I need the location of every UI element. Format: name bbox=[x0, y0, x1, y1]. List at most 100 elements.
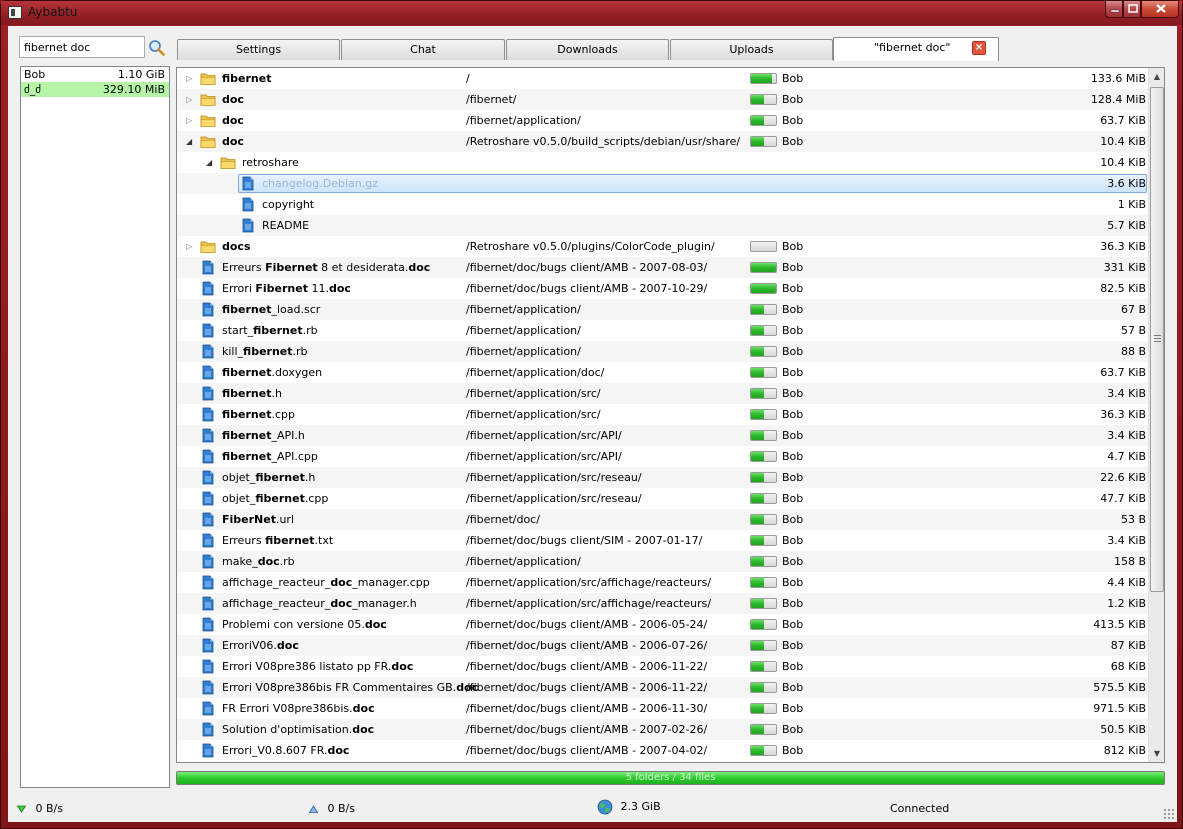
result-size: 971.5 KiB bbox=[1093, 702, 1146, 715]
name-part: .h bbox=[271, 387, 282, 400]
result-row-file[interactable]: affichage_reacteur_doc_manager.cpp/fiber… bbox=[177, 572, 1148, 593]
peer-row[interactable]: ძ_ძ 329.10 MiB bbox=[21, 82, 169, 97]
result-row-file[interactable]: FR Errori V08pre386bis.doc/fibernet/doc/… bbox=[177, 698, 1148, 719]
result-row-file[interactable]: Problemi con versione 05.doc/fibernet/do… bbox=[177, 614, 1148, 635]
results-summary-bar: 5 folders / 34 files bbox=[176, 771, 1165, 785]
result-path: /fibernet/doc/bugs client/AMB - 2007-08-… bbox=[466, 261, 708, 274]
result-row-file[interactable]: fibernet_load.scr/fibernet/application/B… bbox=[177, 299, 1148, 320]
result-row-file[interactable]: Errori Fibernet 11.doc/fibernet/doc/bugs… bbox=[177, 278, 1148, 299]
scroll-down-button[interactable]: ▼ bbox=[1149, 745, 1164, 762]
result-path: /fibernet/application/ bbox=[466, 303, 581, 316]
result-row-folder[interactable]: ◢ doc/Retroshare v0.5.0/build_scripts/deb… bbox=[177, 131, 1148, 152]
folder-icon bbox=[200, 136, 216, 148]
result-row-folder[interactable]: ▷ doc/fibernet/application/Bob 63.7 KiB bbox=[177, 110, 1148, 131]
scroll-up-button[interactable]: ▲ bbox=[1149, 68, 1164, 85]
result-size: 36.3 KiB bbox=[1100, 408, 1146, 421]
result-row-file[interactable]: fibernet.h/fibernet/application/src/Bob 3… bbox=[177, 383, 1148, 404]
result-row-folder[interactable]: ▷ docs/Retroshare v0.5.0/plugins/ColorCod… bbox=[177, 236, 1148, 257]
minimize-icon bbox=[1110, 9, 1120, 13]
peer-size: 329.10 MiB bbox=[102, 83, 165, 96]
match-highlight: doc bbox=[364, 618, 387, 631]
close-tab-button[interactable]: × bbox=[972, 41, 986, 55]
result-row-file[interactable]: fibernet.doxygen/fibernet/application/do… bbox=[177, 362, 1148, 383]
name-part: .rb bbox=[279, 555, 295, 568]
chevron-up-icon: ▲ bbox=[1153, 72, 1161, 81]
match-highlight: fibernet bbox=[253, 324, 303, 337]
tab-chat[interactable]: Chat bbox=[341, 39, 505, 60]
result-size: 331 KiB bbox=[1103, 261, 1146, 274]
match-highlight: fibernet bbox=[222, 303, 272, 316]
document-icon bbox=[242, 197, 254, 212]
availability-bar bbox=[750, 241, 777, 252]
result-row-file[interactable]: changelog.Debian.gz 3.6 KiB bbox=[177, 173, 1148, 194]
tab-settings[interactable]: Settings bbox=[177, 39, 340, 60]
result-row-file[interactable]: Errori V08pre386bis FR Commentaires GB.d… bbox=[177, 677, 1148, 698]
result-path: /fibernet/doc/bugs client/AMB - 2006-11-… bbox=[466, 681, 708, 694]
result-row-file[interactable]: ErroriV06.doc/fibernet/doc/bugs client/A… bbox=[177, 635, 1148, 656]
result-path: /fibernet/doc/ bbox=[466, 513, 540, 526]
availability-bar bbox=[750, 535, 777, 546]
result-row-file[interactable]: Erreurs fibernet.txt/fibernet/doc/bugs c… bbox=[177, 530, 1148, 551]
document-icon bbox=[202, 470, 214, 485]
result-source: Bob bbox=[782, 723, 804, 736]
result-name: affichage_reacteur_doc_manager.h bbox=[222, 593, 417, 614]
result-row-folder[interactable]: ▷ doc/fibernet/Bob 128.4 MiB bbox=[177, 89, 1148, 110]
name-part: Errori V08pre386bis FR Commentaires GB. bbox=[222, 681, 457, 694]
result-row-folder[interactable]: ◢ retroshare 10.4 KiB bbox=[177, 152, 1148, 173]
result-row-file[interactable]: Solution d'optimisation.doc/fibernet/doc… bbox=[177, 719, 1148, 740]
result-row-file[interactable]: affichage_reacteur_doc_manager.h/fiberne… bbox=[177, 593, 1148, 614]
result-row-file[interactable]: make_doc.rb/fibernet/application/Bob 158 … bbox=[177, 551, 1148, 572]
result-path: /fibernet/doc/bugs client/AMB - 2006-07-… bbox=[466, 639, 708, 652]
result-row-file[interactable]: fibernet.cpp/fibernet/application/src/Bo… bbox=[177, 404, 1148, 425]
collapsed-arrow-icon[interactable]: ▷ bbox=[186, 110, 194, 131]
minimize-button[interactable] bbox=[1105, 1, 1123, 18]
peer-list[interactable]: Bob 1.10 GiB ძ_ძ 329.10 MiB bbox=[20, 66, 170, 788]
document-icon bbox=[202, 428, 214, 443]
result-name: Errori V08pre386 listato pp FR.doc bbox=[222, 656, 413, 677]
magnifier-icon[interactable] bbox=[148, 39, 165, 56]
peer-row[interactable]: Bob 1.10 GiB bbox=[21, 67, 169, 82]
result-row-file[interactable]: kill_fibernet.rb/fibernet/application/Bo… bbox=[177, 341, 1148, 362]
result-name: retroshare bbox=[242, 152, 299, 173]
result-name: kill_fibernet.rb bbox=[222, 341, 308, 362]
collapsed-arrow-icon[interactable]: ▷ bbox=[186, 68, 194, 89]
expanded-arrow-icon[interactable]: ◢ bbox=[206, 152, 214, 173]
resize-grip[interactable] bbox=[1163, 808, 1175, 820]
maximize-button[interactable] bbox=[1123, 1, 1141, 18]
result-row-file[interactable]: FiberNet.url/fibernet/doc/Bob 53 B bbox=[177, 509, 1148, 530]
collapsed-arrow-icon[interactable]: ▷ bbox=[186, 236, 194, 257]
result-row-file[interactable]: objet_fibernet.h/fibernet/application/sr… bbox=[177, 467, 1148, 488]
result-row-file[interactable]: copyright 1 KiB bbox=[177, 194, 1148, 215]
expanded-arrow-icon[interactable]: ◢ bbox=[186, 131, 194, 152]
close-window-button[interactable] bbox=[1141, 1, 1179, 18]
tab-uploads[interactable]: Uploads bbox=[670, 39, 833, 60]
result-size: 812 KiB bbox=[1103, 744, 1146, 757]
result-row-file[interactable]: Errori_V0.8.607 FR.doc/fibernet/doc/bugs… bbox=[177, 740, 1148, 761]
result-path: /fibernet/doc/bugs client/AMB - 2007-04-… bbox=[466, 744, 708, 757]
result-row-file[interactable]: fibernet_API.cpp/fibernet/application/sr… bbox=[177, 446, 1148, 467]
match-highlight: fibernet bbox=[255, 492, 305, 505]
result-size: 63.7 KiB bbox=[1100, 366, 1146, 379]
tab-search-results[interactable]: "fibernet doc" × bbox=[833, 37, 999, 61]
result-row-file[interactable]: Erreurs Fibernet 8 et desiderata.doc/fib… bbox=[177, 257, 1148, 278]
result-row-file[interactable]: Errori V08pre386 listato pp FR.doc/fiber… bbox=[177, 656, 1148, 677]
result-row-file[interactable]: fibernet_API.h/fibernet/application/src/… bbox=[177, 425, 1148, 446]
close-icon bbox=[1156, 4, 1166, 13]
search-input[interactable] bbox=[19, 36, 145, 58]
search-results-tree[interactable]: ▷ fibernet / Bob 133.6 MiB ▷ doc/fibernet/Bob 1… bbox=[176, 67, 1165, 763]
result-source: Bob bbox=[782, 660, 804, 673]
vertical-scrollbar[interactable]: ▲ ▼ bbox=[1148, 68, 1164, 762]
result-name: make_doc.rb bbox=[222, 551, 295, 572]
result-size: 1 KiB bbox=[1117, 198, 1146, 211]
result-row-file[interactable]: objet_fibernet.cpp/fibernet/application/… bbox=[177, 488, 1148, 509]
name-part: _load.scr bbox=[271, 303, 321, 316]
availability-fill bbox=[751, 494, 764, 503]
title-bar[interactable]: Aybabtu bbox=[1, 1, 1182, 25]
result-row-folder[interactable]: ▷ fibernet / Bob 133.6 MiB bbox=[177, 68, 1148, 89]
result-row-file[interactable]: README 5.7 KiB bbox=[177, 215, 1148, 236]
scroll-thumb[interactable] bbox=[1150, 87, 1164, 592]
tab-downloads[interactable]: Downloads bbox=[506, 39, 669, 60]
collapsed-arrow-icon[interactable]: ▷ bbox=[186, 89, 194, 110]
document-icon bbox=[202, 596, 214, 611]
result-row-file[interactable]: start_fibernet.rb/fibernet/application/B… bbox=[177, 320, 1148, 341]
